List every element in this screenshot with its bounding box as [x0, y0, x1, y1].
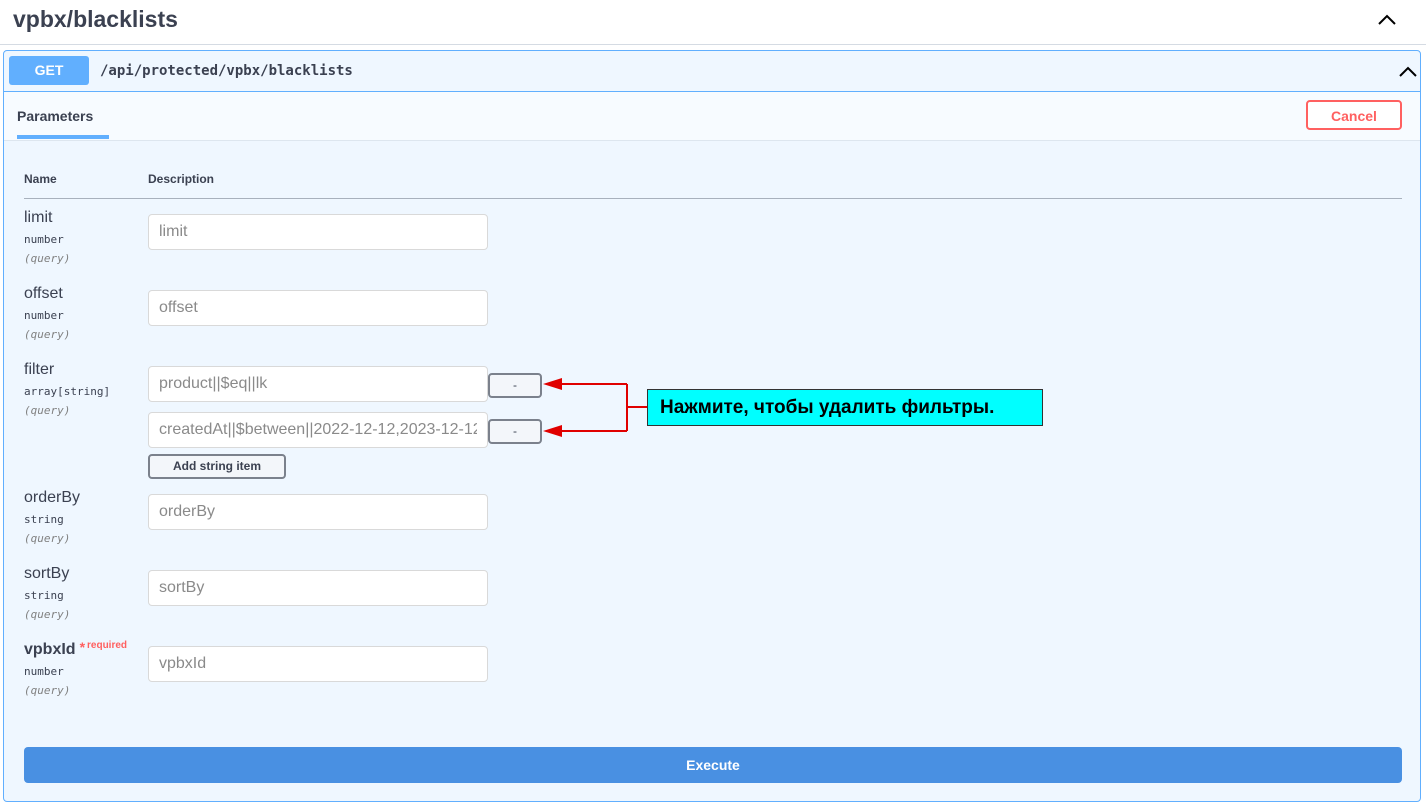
arrowhead-upper [543, 378, 562, 390]
annotation-callout: Нажмите, чтобы удалить фильтры. [647, 389, 1043, 426]
arrowhead-lower [543, 425, 562, 437]
annotation-arrow-lines [558, 383, 647, 432]
